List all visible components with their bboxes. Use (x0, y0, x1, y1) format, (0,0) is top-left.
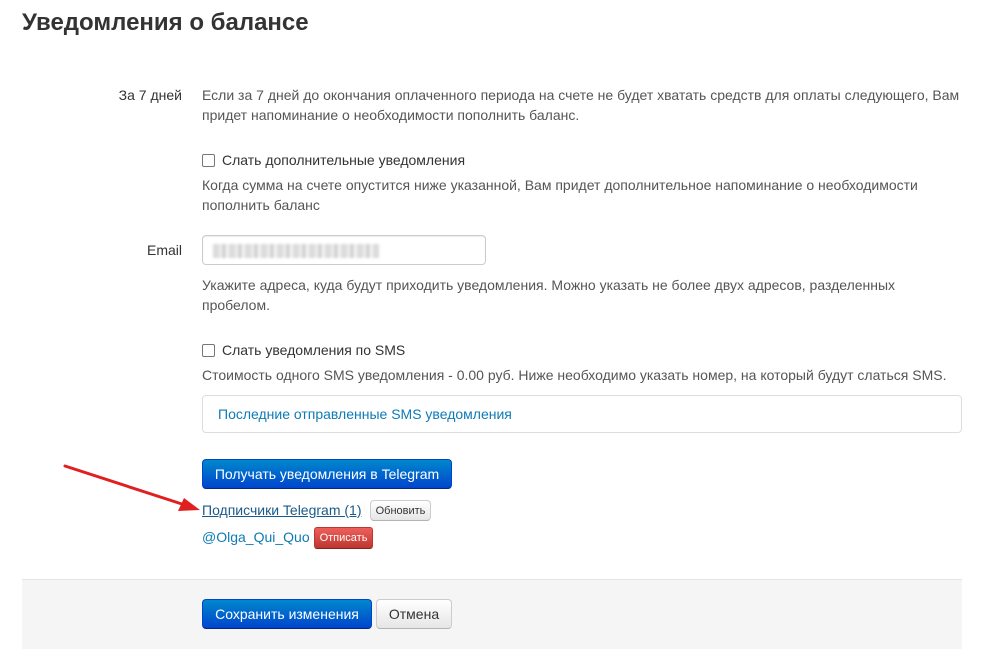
page-title: Уведомления о балансе (22, 9, 309, 36)
sms-help-text: Стоимость одного SMS уведомления - 0.00 … (202, 367, 947, 383)
email-label: Email (146, 242, 182, 258)
sms-checkbox-row[interactable]: Слать уведомления по SMS (202, 342, 405, 358)
period-help-text: Если за 7 дней до окончания оплаченного … (202, 87, 960, 123)
telegram-subscribe-button[interactable]: Получать уведомления в Telegram (202, 459, 452, 489)
email-value-redacted (213, 244, 379, 258)
extra-notifications-checkbox[interactable] (202, 153, 215, 167)
cancel-button[interactable]: Отмена (376, 599, 452, 629)
annotation-arrow-icon (63, 464, 200, 511)
sms-checkbox-label[interactable]: Слать уведомления по SMS (222, 342, 405, 358)
unsubscribe-button[interactable]: Отписать (314, 527, 373, 549)
extra-notifications-help-text: Когда сумма на счете опустится ниже указ… (202, 177, 918, 213)
email-help-text: Укажите адреса, куда будут приходить уве… (202, 277, 896, 313)
extra-notifications-label[interactable]: Слать дополнительные уведомления (222, 152, 465, 168)
form-actions-bar (22, 579, 962, 649)
sms-history-panel: Последние отправленные SMS уведомления (202, 395, 962, 433)
telegram-subscriber-link[interactable]: @Olga_Qui_Quo (202, 529, 310, 545)
sms-history-link[interactable]: Последние отправленные SMS уведомления (218, 406, 512, 422)
email-field[interactable] (202, 235, 486, 265)
refresh-button[interactable]: Обновить (370, 500, 431, 521)
extra-notifications-checkbox-row[interactable]: Слать дополнительные уведомления (202, 152, 465, 168)
sms-checkbox[interactable] (202, 343, 215, 357)
save-button[interactable]: Сохранить изменения (202, 599, 372, 629)
telegram-subscribers-link[interactable]: Подписчики Telegram (1) (202, 502, 361, 518)
period-label: За 7 дней (118, 87, 182, 103)
